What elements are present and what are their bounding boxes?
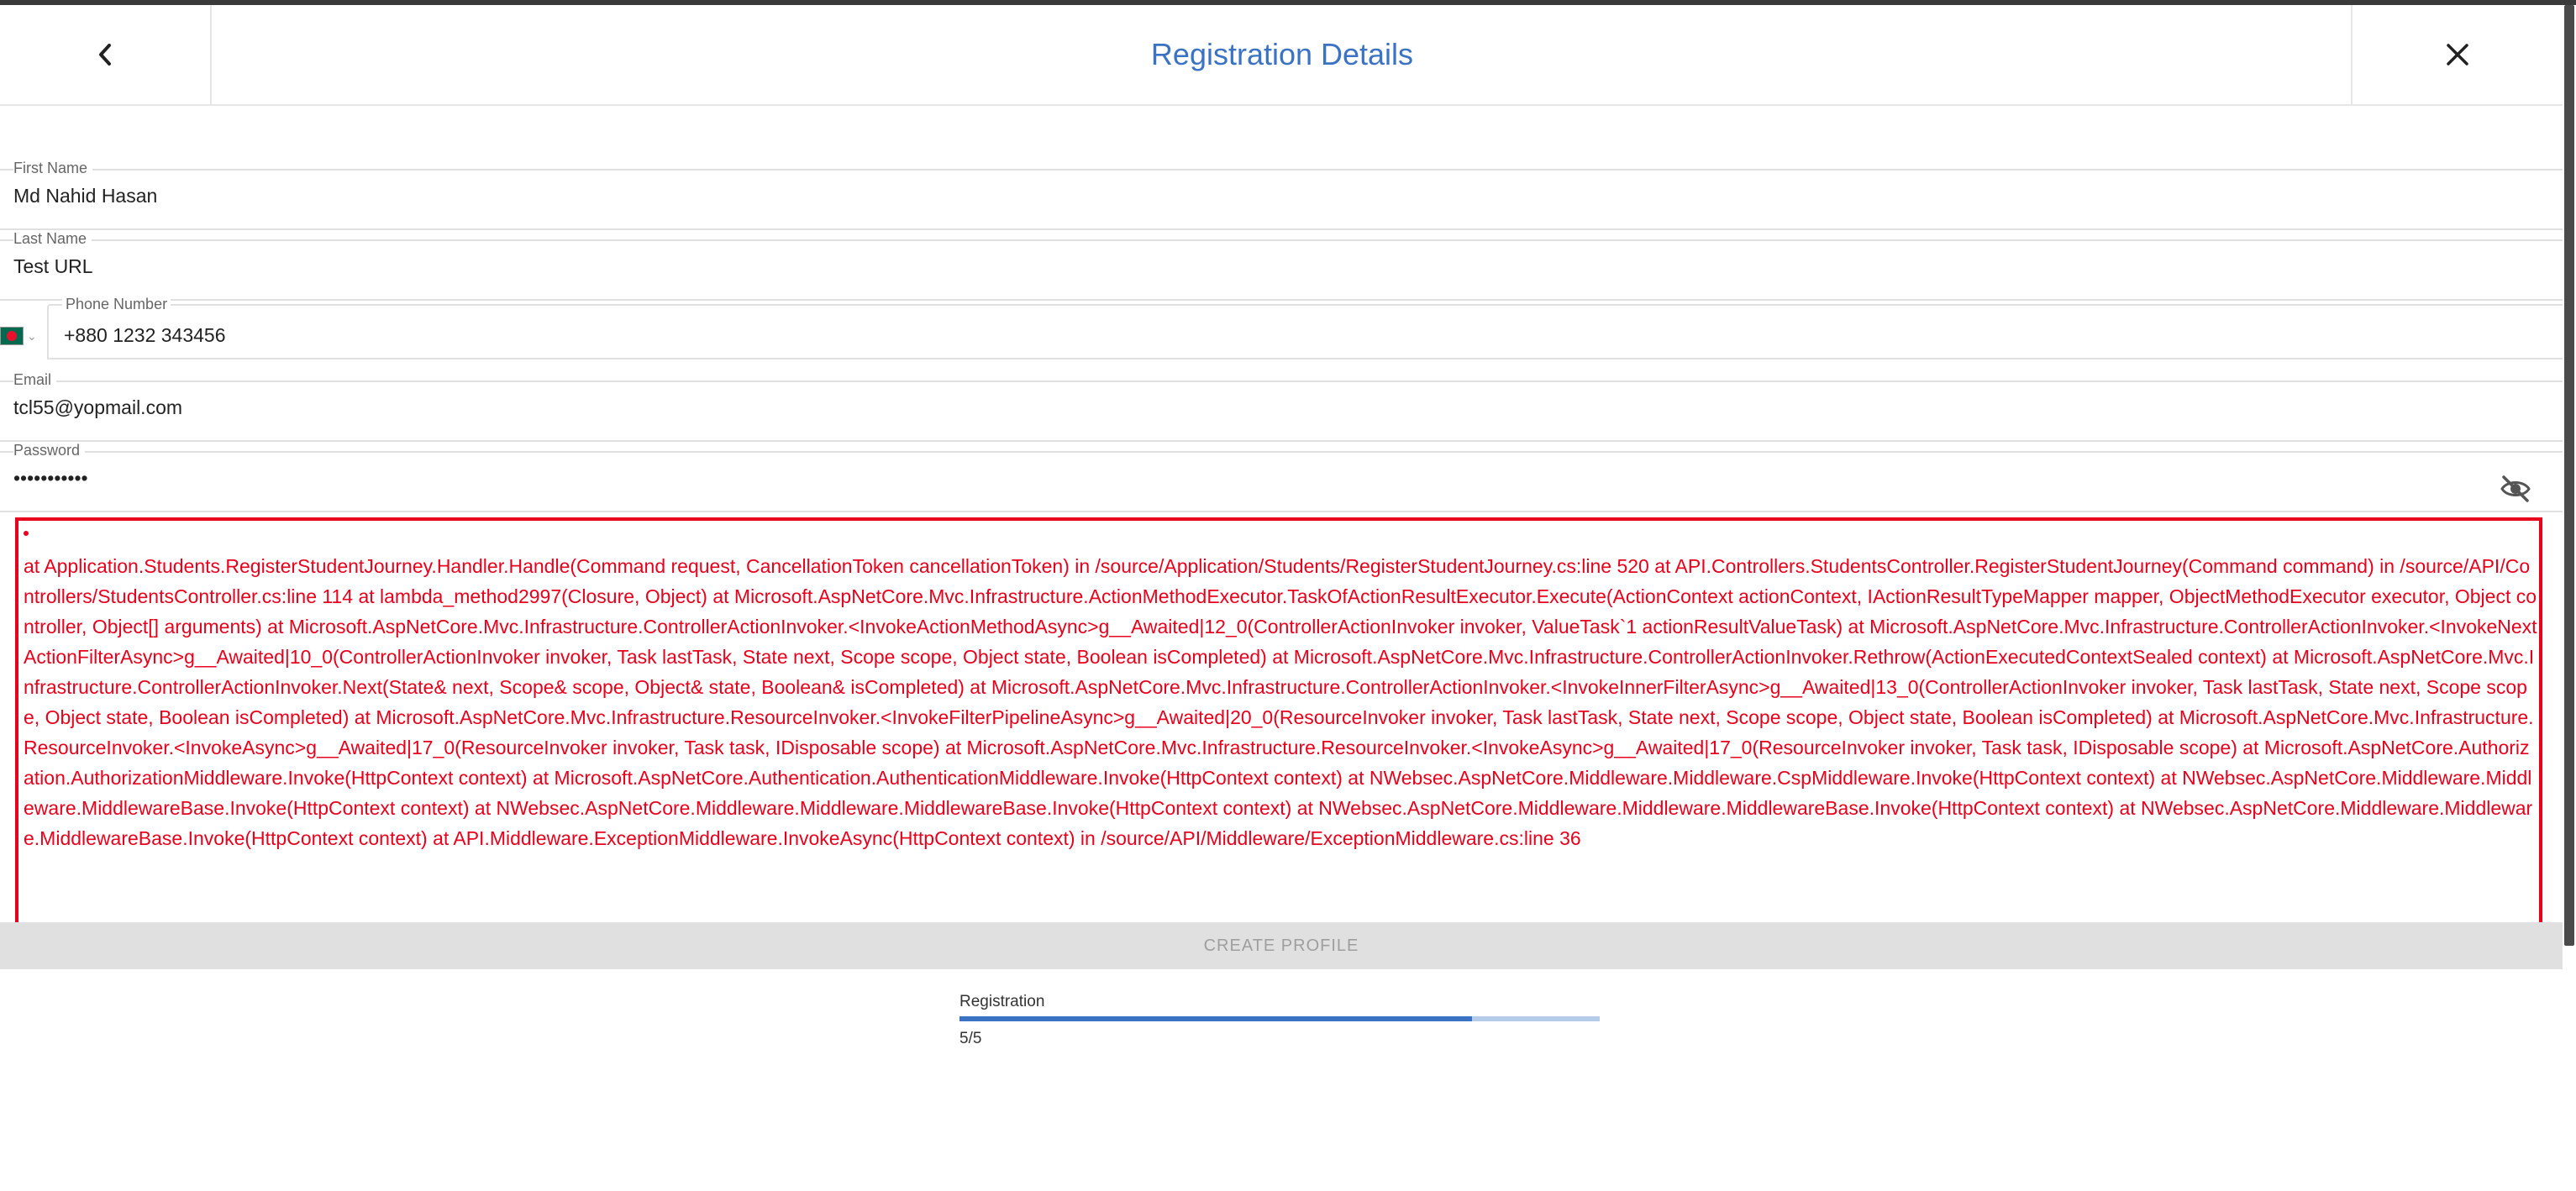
progress-count: 5/5 [959, 1030, 982, 1047]
password-label: Password [13, 442, 86, 459]
first-name-input[interactable]: Md Nahid Hasan [13, 185, 157, 207]
field-outline [0, 451, 2563, 453]
chevron-down-icon: ⌄ [27, 328, 37, 343]
progress-label: Registration [959, 993, 1045, 1010]
close-button[interactable] [2351, 5, 2563, 104]
first-name-label: First Name [13, 160, 93, 177]
country-selector[interactable]: ⌄ [0, 319, 42, 353]
scrollbar-thumb[interactable] [2564, 5, 2574, 946]
chevron-left-icon [99, 44, 111, 66]
create-profile-button[interactable]: CREATE PROFILE [0, 922, 2563, 969]
email-input[interactable]: tcl55@yopmail.com [13, 396, 182, 419]
close-icon [2447, 44, 2468, 66]
phone-number-input[interactable]: +880 1232 343456 [64, 324, 226, 347]
phone-number-field[interactable]: Phone Number +880 1232 343456 [47, 296, 2566, 359]
phone-number-label: Phone Number [62, 296, 171, 313]
field-outline [0, 380, 2563, 382]
email-label: Email [13, 371, 57, 389]
last-name-field[interactable]: Last Name Test URL [0, 230, 2563, 301]
last-name-input[interactable]: Test URL [13, 255, 93, 278]
first-name-field[interactable]: First Name Md Nahid Hasan [0, 160, 2563, 230]
eye-off-icon[interactable] [2499, 472, 2532, 506]
field-outline [0, 169, 2563, 171]
progress-bar [959, 1016, 1600, 1021]
password-field[interactable]: Password ••••••••••• [0, 442, 2563, 512]
error-stack-trace: at Application.Students.RegisterStudentJ… [24, 555, 2537, 849]
field-outline [0, 239, 2563, 241]
bangladesh-flag-icon [0, 327, 24, 345]
last-name-label: Last Name [13, 230, 92, 248]
email-field[interactable]: Email tcl55@yopmail.com [0, 371, 2563, 442]
error-message-box: at Application.Students.RegisterStudentJ… [15, 517, 2542, 929]
header-bar: Registration Details [0, 5, 2563, 106]
password-input[interactable]: ••••••••••• [13, 467, 88, 490]
back-button[interactable] [0, 5, 212, 104]
page-title: Registration Details [1150, 37, 1414, 71]
error-bullet [24, 531, 29, 536]
progress-bar-fill [959, 1016, 1472, 1021]
